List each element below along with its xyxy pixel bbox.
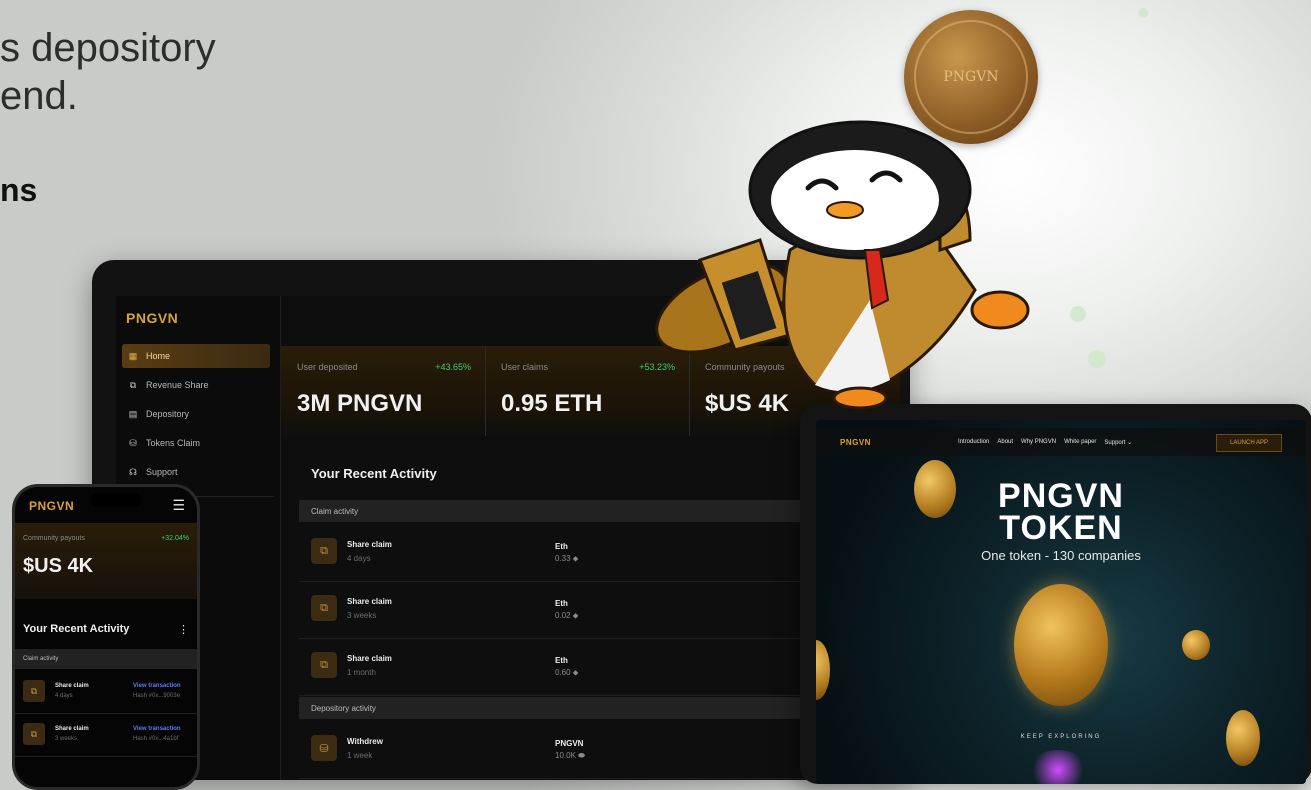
- sparkle-decoration: [1138, 8, 1148, 18]
- nav-link-why-pngvn[interactable]: Why PNGVN: [1021, 439, 1056, 446]
- logo: PNGVN: [29, 499, 75, 513]
- sparkle-decoration: [1088, 350, 1106, 368]
- sidebar-item-tokens-claim[interactable]: ⛁ Tokens Claim: [122, 431, 270, 455]
- tablet-screen: PNGVN Introduction About Why PNGVN White…: [816, 420, 1306, 784]
- stat-community-payouts: Community payouts +32.04% $US 4K: [15, 523, 197, 599]
- transaction-hash: Hash #0x...4a1bf: [133, 736, 179, 742]
- activity-currency: PNGVN: [555, 739, 584, 748]
- recent-activity-title: Your Recent Activity: [23, 623, 130, 635]
- sidebar-item-label: Revenue Share: [146, 380, 209, 390]
- share-icon: ⧉: [311, 652, 337, 678]
- share-icon: ⧉: [23, 680, 45, 702]
- sidebar-item-home[interactable]: ▦ Home: [122, 344, 270, 368]
- stat-value: 0.95 ETH: [501, 390, 603, 417]
- hero-title: PNGVN TOKEN: [816, 477, 1306, 547]
- hero-line-1: s depository: [0, 26, 216, 70]
- activity-amount: 0.60 ⬥: [555, 668, 579, 677]
- keep-exploring-link[interactable]: KEEP EXPLORING: [816, 734, 1306, 740]
- activity-name: Share claim: [347, 597, 392, 606]
- activity-currency: Eth: [555, 656, 568, 665]
- sidebar-item-label: Support: [146, 467, 178, 477]
- penguin-mascot-icon: [655, 120, 1030, 410]
- activity-name: Share claim: [55, 726, 89, 732]
- logo: PNGVN: [840, 438, 871, 447]
- coin-text: PNGVN: [943, 69, 999, 85]
- vault-icon: ▤: [128, 409, 138, 419]
- phone-mockup: PNGVN ☰ Community payouts +32.04% $US 4K…: [12, 484, 200, 790]
- stat-change: +32.04%: [161, 535, 189, 542]
- headset-icon: ☊: [129, 467, 137, 477]
- view-transaction-link[interactable]: View transaction: [133, 726, 181, 732]
- recent-activity-title: Your Recent Activity: [311, 466, 437, 481]
- hero-line-2: end.: [0, 74, 78, 118]
- nav-link-support[interactable]: Support ⌄: [1104, 439, 1132, 446]
- hero-text: s depository end.: [0, 24, 216, 120]
- activity-name: Share claim: [347, 540, 392, 549]
- stat-label: User claims: [501, 362, 549, 372]
- share-icon: ⧉: [311, 595, 337, 621]
- activity-time: 4 days: [55, 693, 73, 699]
- coin-decoration: [816, 640, 830, 700]
- activity-time: 1 month: [347, 668, 376, 677]
- activity-row: ⧉ Share claim 4 days View transaction Ha…: [15, 671, 197, 714]
- stat-label: Community payouts: [23, 535, 85, 542]
- coin-decoration: [1182, 630, 1210, 660]
- activity-time: 3 weeks: [55, 736, 78, 742]
- share-icon: ⧉: [129, 380, 137, 390]
- sidebar-item-revenue-share[interactable]: ⧉ Revenue Share: [122, 373, 270, 397]
- activity-currency: Eth: [555, 542, 568, 551]
- vault-icon: ⛁: [311, 735, 337, 761]
- stat-user-deposited: User deposited +43.65% 3M PNGVN: [281, 346, 486, 436]
- share-icon: ⧉: [311, 538, 337, 564]
- sidebar-item-label: Tokens Claim: [146, 438, 201, 448]
- sidebar-item-support[interactable]: ☊ Support: [122, 460, 270, 484]
- coin-icon: [1014, 584, 1108, 706]
- view-transaction-link[interactable]: View transaction: [133, 683, 181, 689]
- stat-change: +43.65%: [435, 362, 471, 372]
- sidebar-item-label: Home: [146, 351, 171, 361]
- nav-link-introduction[interactable]: Introduction: [958, 439, 989, 446]
- nav-link-white-paper[interactable]: White paper: [1064, 439, 1096, 446]
- claim-activity-header: Claim activity: [15, 649, 197, 669]
- activity-name: Share claim: [347, 654, 392, 663]
- sidebar-item-label: Depository: [146, 409, 190, 419]
- nav-links: Introduction About Why PNGVN White paper…: [958, 439, 1132, 446]
- activity-time: 1 week: [347, 751, 373, 760]
- activity-amount: 10.0K ⬬: [555, 751, 585, 760]
- more-options-icon[interactable]: ⋮: [178, 623, 189, 636]
- stat-value: $US 4K: [23, 555, 94, 577]
- activity-name: Withdrew: [347, 737, 383, 746]
- hamburger-menu-icon[interactable]: ☰: [172, 497, 185, 514]
- stat-value: 3M PNGVN: [297, 390, 423, 417]
- activity-amount: 0.33 ⬥: [555, 554, 579, 563]
- activity-currency: Eth: [555, 599, 568, 608]
- hero-bold-text: ns: [0, 172, 38, 208]
- launch-app-button[interactable]: LAUNCH APP: [1216, 434, 1282, 452]
- logo: PNGVN: [126, 310, 179, 326]
- sidebar-item-depository[interactable]: ▤ Depository: [122, 402, 270, 426]
- activity-row: ⧉ Share claim 3 weeks View transaction H…: [15, 714, 197, 757]
- hero-title-line-2: TOKEN: [999, 509, 1123, 547]
- tablet-mockup: PNGVN Introduction About Why PNGVN White…: [800, 404, 1311, 784]
- activity-time: 3 weeks: [347, 611, 377, 620]
- grid-icon: ▦: [128, 351, 138, 361]
- sidebar-nav: ▦ Home ⧉ Revenue Share ▤ Depository ⛁ To…: [122, 344, 270, 489]
- transaction-hash: Hash #0x...9003e: [133, 693, 181, 699]
- hero-title-line-1: PNGVN: [998, 477, 1124, 515]
- activity-name: Share claim: [55, 683, 89, 689]
- hero-subtitle: One token - 130 companies: [981, 548, 1141, 563]
- share-icon: ⧉: [23, 723, 45, 745]
- sparkle-decoration: [1070, 306, 1086, 322]
- tablet-navbar: PNGVN Introduction About Why PNGVN White…: [816, 428, 1306, 456]
- phone-notch: [91, 493, 141, 507]
- activity-amount: 0.02 ⬥: [555, 611, 579, 620]
- activity-time: 4 days: [347, 554, 371, 563]
- coins-icon: ⛁: [129, 438, 137, 448]
- nav-link-about[interactable]: About: [997, 439, 1013, 446]
- glow-decoration: [1028, 750, 1088, 784]
- stat-label: User deposited: [297, 362, 358, 372]
